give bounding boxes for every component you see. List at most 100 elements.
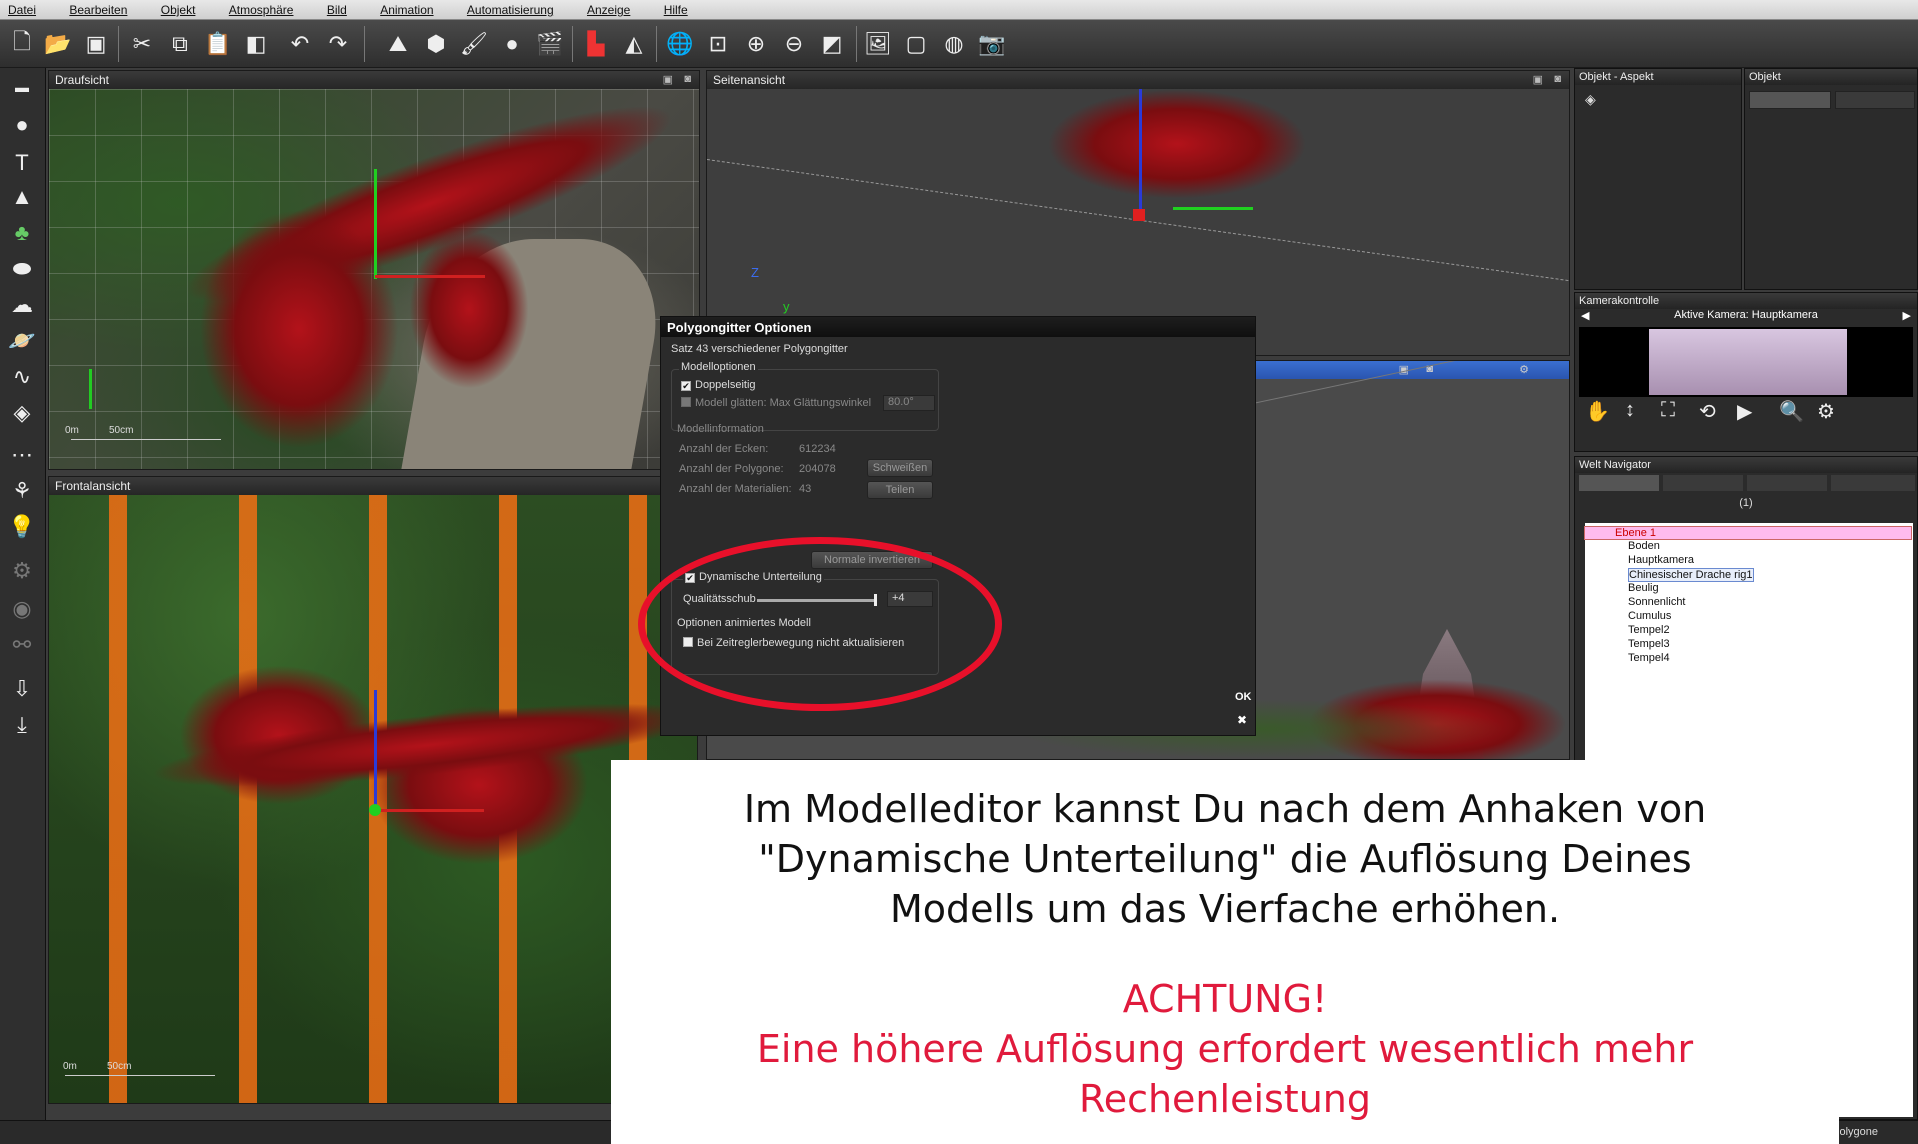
boolean-icon[interactable]: ◉	[7, 594, 37, 624]
copy-icon[interactable]: ⧉	[166, 30, 194, 58]
terrain-icon[interactable]: ⛰	[384, 30, 412, 58]
viewport-top[interactable]: Draufsicht ▣ ◙ 0m 50cm	[48, 70, 700, 470]
object-tab-1[interactable]	[1749, 91, 1831, 109]
smooth-checkbox[interactable]	[681, 397, 691, 407]
render-sphere-icon[interactable]: ◍	[940, 30, 968, 58]
viewport-front[interactable]: Frontalansicht 0m 50cm	[48, 476, 698, 1104]
object-tab-2[interactable]	[1835, 91, 1915, 109]
pan-hand-icon[interactable]: ✋	[1585, 399, 1610, 424]
ground-icon[interactable]: ▬	[7, 72, 37, 102]
cut-icon[interactable]: ✂	[128, 30, 156, 58]
double-sided-option[interactable]: ✔ Doppelseitig	[681, 379, 756, 391]
double-sided-checkbox[interactable]: ✔	[681, 381, 691, 391]
light-icon[interactable]: 💡	[7, 512, 37, 542]
material-icon[interactable]: ●	[498, 30, 526, 58]
clapper-icon[interactable]: 🎬	[536, 30, 564, 58]
gizmo-y-axis[interactable]	[1173, 207, 1253, 210]
tree-item-tempel2[interactable]: Tempel2	[1584, 624, 1912, 638]
play-icon[interactable]: ▶	[1737, 399, 1752, 424]
zoom-icon[interactable]: 🔍	[1779, 399, 1804, 424]
render-area-icon[interactable]: ◩	[818, 30, 846, 58]
brush-icon[interactable]: 🖌	[460, 30, 488, 58]
viewport-options-icon[interactable]: ⚙	[1519, 363, 1529, 376]
gizmo-x-axis[interactable]	[375, 275, 485, 278]
drop-icon[interactable]: ⤓	[7, 710, 37, 740]
camera-settings-icon[interactable]: ⚙	[1817, 399, 1835, 424]
zoom-out-icon[interactable]: ⊖	[780, 30, 808, 58]
redo-icon[interactable]: ↷	[324, 30, 352, 58]
move-vertical-icon[interactable]: ↕	[1625, 399, 1635, 422]
gizmo-x-axis[interactable]	[374, 809, 484, 812]
rotate-icon[interactable]: ⟲	[1699, 399, 1716, 424]
link-icon[interactable]: ⚯	[7, 630, 37, 660]
rock-icon[interactable]: ⬬	[7, 254, 37, 284]
tree-item-tempel3[interactable]: Tempel3	[1584, 638, 1912, 652]
viewport-camera-icon[interactable]: ◙	[1554, 73, 1561, 85]
menu-automatisierung[interactable]: Automatisierung	[467, 0, 554, 17]
cloud-icon[interactable]: ☁	[7, 290, 37, 320]
new-file-icon[interactable]: 🗋	[8, 29, 36, 58]
gizmo-z-axis[interactable]	[374, 690, 377, 810]
menu-bearbeiten[interactable]: Bearbeiten	[69, 0, 127, 17]
tab-objects[interactable]	[1579, 475, 1659, 491]
zoom-fit-icon[interactable]: ⊡	[704, 30, 732, 58]
object-icon[interactable]: ⬢	[422, 30, 450, 58]
tree-item-drache[interactable]: Chinesischer Drache rig1	[1584, 568, 1912, 582]
tree-item-tempel4[interactable]: Tempel4	[1584, 652, 1912, 666]
import-icon[interactable]: ⇩	[7, 674, 37, 704]
globe-icon[interactable]: 🌐	[666, 30, 694, 58]
viewport-side[interactable]: Seitenansicht ▣ ◙ Z y	[706, 70, 1570, 356]
aspect-icon[interactable]: ◈	[1585, 91, 1596, 108]
cube-icon[interactable]: ◈	[7, 398, 37, 428]
menu-atmosphaere[interactable]: Atmosphäre	[229, 0, 294, 17]
frame-icon[interactable]: ⛶	[1661, 399, 1675, 422]
gizmo-origin[interactable]	[369, 804, 381, 816]
next-camera-icon[interactable]: ▶	[1903, 309, 1911, 322]
plant-icon[interactable]: ⚘	[7, 476, 37, 506]
undo-icon[interactable]: ↶	[286, 30, 314, 58]
mirror-icon[interactable]: ◭	[620, 30, 648, 58]
gizmo-origin[interactable]	[1133, 209, 1145, 221]
menu-anzeige[interactable]: Anzeige	[587, 0, 630, 17]
smooth-angle-input[interactable]: 80.0°	[883, 395, 935, 411]
menu-bild[interactable]: Bild	[327, 0, 347, 17]
close-icon[interactable]: ✖	[1237, 713, 1247, 727]
path-icon[interactable]: ⋯	[7, 440, 37, 470]
tree-item-sonnenlicht[interactable]: Sonnenlicht	[1584, 596, 1912, 610]
viewport-render-icon[interactable]: ▣	[1533, 73, 1543, 86]
zoom-in-icon[interactable]: ⊕	[742, 30, 770, 58]
weld-button[interactable]: Schweißen	[867, 459, 933, 477]
tree-item-cumulus[interactable]: Cumulus	[1584, 610, 1912, 624]
tab-textures[interactable]	[1747, 475, 1827, 491]
paste-icon[interactable]: 📋	[204, 30, 232, 58]
render-region-icon[interactable]: ▢	[902, 30, 930, 58]
align-icon[interactable]: ▙	[582, 30, 610, 58]
tab-stats[interactable]	[1831, 475, 1915, 491]
tab-materials[interactable]	[1663, 475, 1743, 491]
smooth-option[interactable]: Modell glätten: Max Glättungswinkel	[681, 397, 871, 409]
status-mode[interactable]: Polygone	[1832, 1126, 1878, 1138]
tree-icon[interactable]: ♣	[7, 218, 37, 248]
duplicate-icon[interactable]: ◧	[242, 30, 270, 58]
menu-animation[interactable]: Animation	[380, 0, 433, 17]
viewport-render-icon[interactable]: ▣	[663, 73, 673, 86]
menu-datei[interactable]: Datei	[8, 0, 36, 17]
viewport-camera-icon[interactable]: ◙	[684, 73, 691, 85]
camera-icon[interactable]: 📷	[978, 30, 1006, 58]
group-icon[interactable]: ⚙	[7, 556, 37, 586]
gizmo-z-axis[interactable]	[1139, 89, 1142, 209]
split-button[interactable]: Teilen	[867, 481, 933, 499]
tree-item-beulig[interactable]: Beulig	[1584, 582, 1912, 596]
gizmo-y-axis[interactable]	[374, 169, 377, 279]
render-preview-icon[interactable]: 🖼	[864, 30, 892, 58]
ok-button[interactable]: OK	[1235, 691, 1252, 703]
menu-hilfe[interactable]: Hilfe	[664, 0, 688, 17]
planet-icon[interactable]: 🪐	[7, 326, 37, 356]
curve-icon[interactable]: ∿	[7, 362, 37, 392]
shapes-icon[interactable]: ▲	[7, 182, 37, 212]
save-icon[interactable]: ▣	[82, 30, 110, 58]
prev-camera-icon[interactable]: ◀	[1581, 309, 1589, 322]
tree-item-hauptkamera[interactable]: Hauptkamera	[1584, 554, 1912, 568]
tree-item-boden[interactable]: Boden	[1584, 540, 1912, 554]
text-icon[interactable]: T	[7, 148, 37, 178]
